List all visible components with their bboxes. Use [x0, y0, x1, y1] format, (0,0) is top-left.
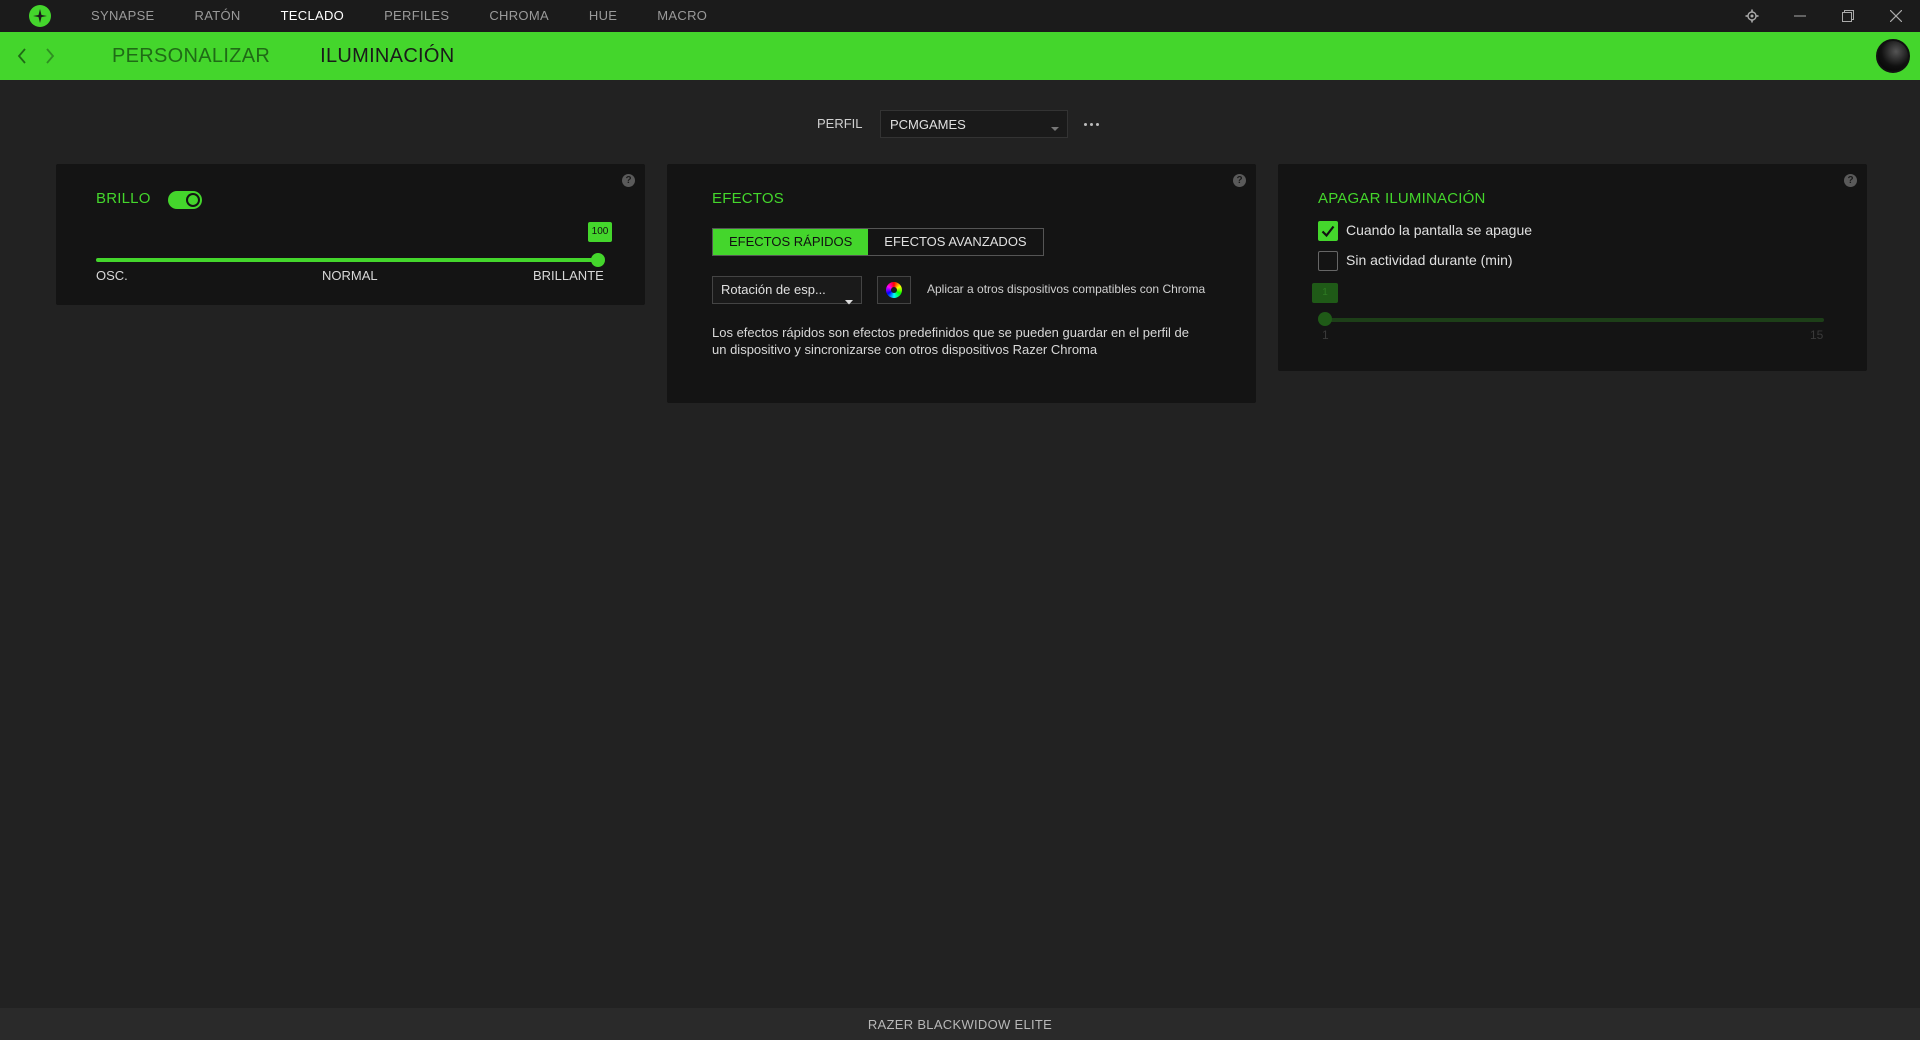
breadcrumb-bar: PERSONALIZAR ILUMINACIÓN: [0, 32, 1920, 80]
brightness-slider-thumb[interactable]: [591, 253, 605, 267]
screen-off-label: Cuando la pantalla se apague: [1346, 222, 1533, 238]
tab-iluminacion[interactable]: ILUMINACIÓN: [320, 45, 454, 68]
device-avatar[interactable]: [1876, 39, 1910, 73]
nav-chroma[interactable]: CHROMA: [489, 0, 549, 32]
profile-selected-value: PCMGAMES: [890, 116, 966, 132]
help-icon[interactable]: ?: [622, 174, 635, 187]
screen-off-checkbox[interactable]: [1318, 221, 1338, 241]
idle-slider-track[interactable]: [1322, 318, 1824, 322]
profile-row: PERFIL PCMGAMES: [0, 110, 1920, 138]
settings-gear-icon[interactable]: [1728, 0, 1776, 32]
tab-advanced-effects[interactable]: EFECTOS AVANZADOS: [868, 229, 1043, 255]
lighting-off-panel: ? APAGAR ILUMINACIÓN Cuando la pantalla …: [1278, 164, 1867, 371]
brightness-toggle[interactable]: [168, 191, 202, 209]
brightness-min-label: OSC.: [96, 268, 128, 283]
effects-tab-group: EFECTOS RÁPIDOS EFECTOS AVANZADOS: [712, 228, 1044, 256]
razer-logo-icon[interactable]: [27, 3, 53, 29]
idle-slider-min-label: 1: [1322, 328, 1329, 342]
effects-description: Los efectos rápidos son efectos predefin…: [712, 325, 1189, 357]
nav-macro[interactable]: MACRO: [657, 0, 707, 32]
minimize-icon[interactable]: [1776, 0, 1824, 32]
brightness-title: BRILLO: [96, 190, 151, 207]
effects-title: EFECTOS: [712, 190, 784, 207]
chroma-apply-button[interactable]: [877, 276, 911, 304]
brightness-max-label: BRILLANTE: [533, 268, 604, 283]
maximize-icon[interactable]: [1824, 0, 1872, 32]
title-bar: SYNAPSE RATÓN TECLADO PERFILES CHROMA HU…: [0, 0, 1920, 32]
idle-slider-max-label: 15: [1810, 328, 1824, 342]
profile-label: PERFIL: [817, 116, 863, 131]
nav-synapse[interactable]: SYNAPSE: [91, 0, 155, 32]
lighting-off-title: APAGAR ILUMINACIÓN: [1318, 190, 1486, 207]
window-controls: [1728, 0, 1920, 32]
chevron-down-icon: [1051, 120, 1059, 135]
idle-label: Sin actividad durante (min): [1346, 252, 1513, 268]
nav-teclado[interactable]: TECLADO: [281, 0, 345, 32]
idle-checkbox[interactable]: [1318, 251, 1338, 271]
profile-dropdown[interactable]: PCMGAMES: [880, 110, 1068, 138]
help-icon[interactable]: ?: [1233, 174, 1246, 187]
brightness-mid-label: NORMAL: [322, 268, 378, 283]
tab-personalizar[interactable]: PERSONALIZAR: [112, 45, 270, 68]
device-footer: RAZER BLACKWIDOW ELITE: [0, 1008, 1920, 1040]
brightness-panel: ? BRILLO 100 OSC. NORMAL BRILLANTE: [56, 164, 645, 305]
brightness-slider-track[interactable]: [96, 258, 602, 262]
checkmark-icon: [1321, 225, 1335, 238]
brightness-value-bubble: 100: [588, 222, 612, 242]
effect-selected-value: Rotación de esp...: [721, 282, 826, 297]
nav-raton[interactable]: RATÓN: [195, 0, 241, 32]
tab-quick-effects[interactable]: EFECTOS RÁPIDOS: [713, 229, 869, 255]
nav-hue[interactable]: HUE: [589, 0, 617, 32]
idle-slider-thumb[interactable]: [1318, 312, 1332, 326]
back-arrow-icon[interactable]: [8, 32, 36, 80]
idle-slider-value-bubble: 1: [1312, 283, 1338, 303]
more-options-icon[interactable]: [1084, 118, 1102, 130]
device-name: RAZER BLACKWIDOW ELITE: [867, 1016, 1053, 1032]
caret-down-icon: [845, 288, 853, 314]
forward-arrow-icon[interactable]: [36, 32, 64, 80]
nav-perfiles[interactable]: PERFILES: [384, 0, 449, 32]
help-icon[interactable]: ?: [1844, 174, 1857, 187]
chroma-wheel-icon: [886, 282, 902, 298]
effect-dropdown[interactable]: Rotación de esp...: [712, 276, 862, 305]
close-icon[interactable]: [1872, 0, 1920, 32]
effects-panel: ? EFECTOS EFECTOS RÁPIDOS EFECTOS AVANZA…: [667, 164, 1256, 403]
top-nav: SYNAPSE RATÓN TECLADO PERFILES CHROMA HU…: [91, 0, 747, 32]
chroma-apply-label: Aplicar a otros dispositivos compatibles…: [927, 282, 1206, 296]
